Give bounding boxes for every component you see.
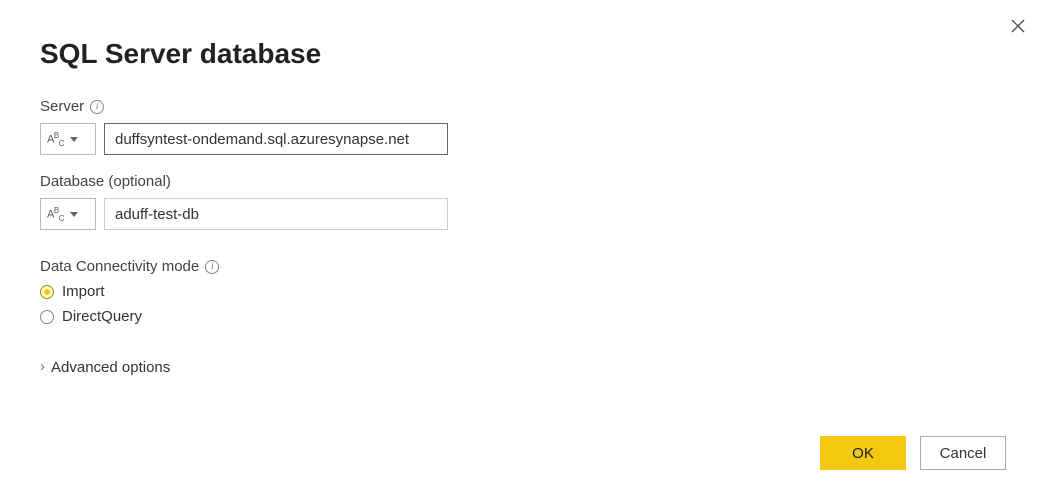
chevron-down-icon [70, 137, 78, 142]
radio-import-label: Import [62, 283, 105, 300]
database-type-dropdown[interactable]: ABC [40, 198, 96, 230]
connectivity-block: Data Connectivity mode i Import DirectQu… [40, 258, 1006, 325]
info-icon[interactable]: i [90, 100, 104, 114]
text-type-icon: ABC [47, 131, 64, 148]
close-button[interactable] [1006, 14, 1030, 38]
radio-button-icon [40, 285, 54, 299]
database-input-row: ABC [40, 198, 1006, 230]
server-label: Server [40, 98, 84, 115]
chevron-right-icon: › [40, 359, 45, 374]
advanced-options-toggle[interactable]: › Advanced options [40, 359, 1006, 376]
radio-directquery[interactable]: DirectQuery [40, 308, 1006, 325]
ok-button[interactable]: OK [820, 436, 906, 470]
server-input[interactable] [104, 123, 448, 155]
advanced-options-label: Advanced options [51, 359, 170, 376]
dialog-footer: OK Cancel [820, 436, 1006, 470]
connectivity-label: Data Connectivity mode [40, 258, 199, 275]
database-field-block: Database (optional) ABC [40, 173, 1006, 230]
close-icon [1010, 18, 1026, 34]
text-type-icon: ABC [47, 206, 64, 223]
radio-directquery-label: DirectQuery [62, 308, 142, 325]
database-input[interactable] [104, 198, 448, 230]
info-icon[interactable]: i [205, 260, 219, 274]
dialog-title: SQL Server database [40, 38, 1006, 70]
radio-import[interactable]: Import [40, 283, 1006, 300]
server-field-block: Server i ABC [40, 98, 1006, 155]
server-label-row: Server i [40, 98, 1006, 115]
database-label-row: Database (optional) [40, 173, 1006, 190]
database-label: Database (optional) [40, 173, 171, 190]
radio-button-icon [40, 310, 54, 324]
server-input-row: ABC [40, 123, 1006, 155]
server-type-dropdown[interactable]: ABC [40, 123, 96, 155]
connectivity-label-row: Data Connectivity mode i [40, 258, 1006, 275]
cancel-button[interactable]: Cancel [920, 436, 1006, 470]
chevron-down-icon [70, 212, 78, 217]
